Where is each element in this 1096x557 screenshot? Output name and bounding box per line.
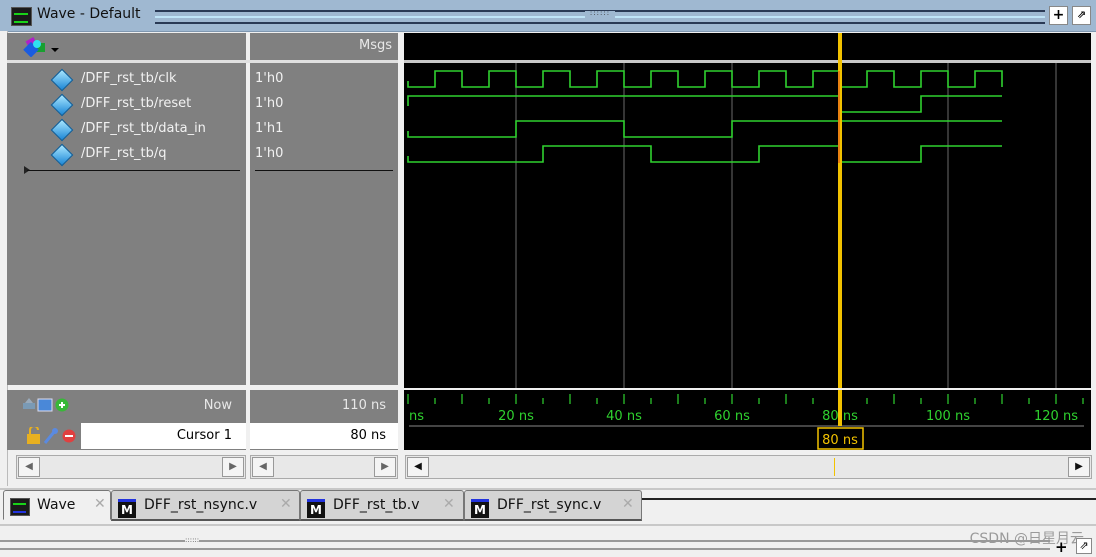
close-icon[interactable]: ✕ (280, 496, 292, 512)
add-cursor-icon[interactable] (55, 398, 69, 412)
tab-wave[interactable]: Wave ✕ (3, 490, 111, 520)
insertion-line (27, 170, 240, 171)
now-label: Now (203, 398, 232, 413)
wave-window-icon (11, 7, 32, 26)
tab-label: DFF_rst_nsync.v (144, 497, 258, 513)
value-row: 1'h0 (250, 68, 398, 93)
signal-row-reset[interactable]: /DFF_rst_tb/reset (7, 93, 246, 118)
drag-handle-dots[interactable]: :::::: (585, 10, 615, 19)
tick-label: 20 ns (498, 409, 534, 424)
wave-header-separator (404, 60, 1091, 63)
signal-value: 1'h1 (255, 121, 284, 136)
document-tabs: Wave ✕ M DFF_rst_nsync.v ✕ M DFF_rst_tb.… (0, 488, 1096, 522)
cursor-value: 80 ns (350, 428, 386, 443)
cursor-name-field[interactable]: Cursor 1 (81, 423, 246, 449)
wave-icon (10, 498, 30, 516)
tab-dff-rst-sync[interactable]: M DFF_rst_sync.v ✕ (464, 490, 642, 521)
tick-label: ns (409, 409, 424, 424)
lower-dock-strip: :::::: CSDN @日星月云 + ⇗ (0, 524, 1096, 557)
undock-button[interactable]: ⇗ (1076, 538, 1092, 554)
cursor-row-icons (27, 427, 76, 444)
timeline-cursor-line (838, 390, 842, 426)
wave-cursor-icon[interactable] (23, 398, 35, 409)
modelsim-file-icon: M (471, 499, 489, 518)
scroll-cursor-marker (834, 458, 835, 476)
cursor-toolbar-icons (23, 398, 69, 412)
add-cursor-doc-icon[interactable] (37, 398, 53, 412)
now-value: 110 ns (342, 398, 386, 413)
name-pane-hscroll[interactable]: ◀ ▶ (16, 455, 246, 479)
wave-pane-hscroll[interactable]: ◀ ▶ (405, 455, 1092, 479)
drag-handle-dots[interactable]: :::::: (185, 536, 200, 544)
signal-row-clk[interactable]: /DFF_rst_tb/clk (7, 68, 246, 93)
signal-name: /DFF_rst_tb/data_in (81, 121, 206, 136)
signal-diamond-icon (50, 118, 74, 142)
edit-cursor-wrench-icon[interactable] (43, 428, 58, 444)
tick-label: 60 ns (714, 409, 750, 424)
tick-label: 120 ns (1034, 409, 1078, 424)
tab-label: DFF_rst_tb.v (333, 497, 420, 513)
tick-label: 100 ns (926, 409, 970, 424)
signal-value: 1'h0 (255, 146, 284, 161)
value-row: 1'h0 (250, 143, 398, 168)
insertion-line (255, 170, 393, 171)
msgs-header: Msgs (250, 33, 398, 60)
scroll-left-button[interactable]: ◀ (407, 457, 429, 477)
wave-tools-icon[interactable] (23, 35, 63, 57)
dock-drag-grip[interactable] (0, 540, 1050, 550)
tab-label: DFF_rst_sync.v (497, 497, 602, 513)
signal-name: /DFF_rst_tb/clk (81, 71, 177, 86)
msgs-label: Msgs (358, 38, 392, 53)
signal-value: 1'h0 (255, 96, 284, 111)
dock-button[interactable]: + (1055, 538, 1068, 556)
window-titlebar: Wave - Default :::::: + ⇗ (0, 0, 1096, 32)
undock-button[interactable]: ⇗ (1072, 6, 1091, 25)
scroll-right-button[interactable]: ▶ (222, 457, 244, 477)
signal-name: /DFF_rst_tb/reset (81, 96, 192, 111)
lock-cursor-icon[interactable] (27, 427, 40, 444)
scroll-right-button[interactable]: ▶ (1068, 457, 1090, 477)
signal-name-pane: /DFF_rst_tb/clk /DFF_rst_tb/reset /DFF_r… (7, 63, 246, 385)
value-row: 1'h1 (250, 118, 398, 143)
cursor-time-tag: 80 ns (822, 433, 858, 448)
signal-diamond-icon (50, 93, 74, 117)
signal-row-q[interactable]: /DFF_rst_tb/q (7, 143, 246, 168)
signal-row-data-in[interactable]: /DFF_rst_tb/data_in (7, 118, 246, 143)
waveform-canvas[interactable] (404, 33, 1091, 388)
cursor-name: Cursor 1 (176, 428, 232, 443)
tab-dff-rst-nsync[interactable]: M DFF_rst_nsync.v ✕ (111, 490, 300, 521)
value-row: 1'h0 (250, 93, 398, 118)
cursor-control-pane: Now Cursor 1 (7, 390, 246, 450)
scroll-left-button[interactable]: ◀ (252, 457, 274, 477)
cursor-value-field[interactable]: 80 ns (250, 423, 398, 449)
tick-label: 40 ns (606, 409, 642, 424)
dock-button[interactable]: + (1049, 6, 1068, 25)
close-icon[interactable]: ✕ (94, 496, 106, 512)
scroll-right-button[interactable]: ▶ (374, 457, 396, 477)
signal-name-header (7, 33, 246, 60)
tab-label: Wave (37, 497, 76, 513)
signal-name: /DFF_rst_tb/q (81, 146, 167, 161)
value-pane-hscroll[interactable]: ◀ ▶ (250, 455, 398, 479)
modelsim-file-icon: M (118, 499, 136, 518)
signal-diamond-icon (50, 68, 74, 92)
close-icon[interactable]: ✕ (622, 496, 634, 512)
tab-dff-rst-tb[interactable]: M DFF_rst_tb.v ✕ (300, 490, 464, 521)
delete-cursor-icon[interactable] (62, 429, 76, 443)
window-title: Wave - Default (37, 6, 141, 22)
scroll-left-button[interactable]: ◀ (18, 457, 40, 477)
cursor-value-pane: 110 ns 80 ns (250, 390, 398, 450)
signal-diamond-icon (50, 143, 74, 167)
close-icon[interactable]: ✕ (443, 496, 455, 512)
signal-value: 1'h0 (255, 71, 284, 86)
modelsim-file-icon: M (307, 499, 325, 518)
signal-value-pane: 1'h0 1'h0 1'h1 1'h0 (250, 63, 398, 385)
timeline-ruler[interactable]: ns 20 ns 40 ns 60 ns 80 ns 100 ns 120 ns80 ns (404, 390, 1091, 450)
